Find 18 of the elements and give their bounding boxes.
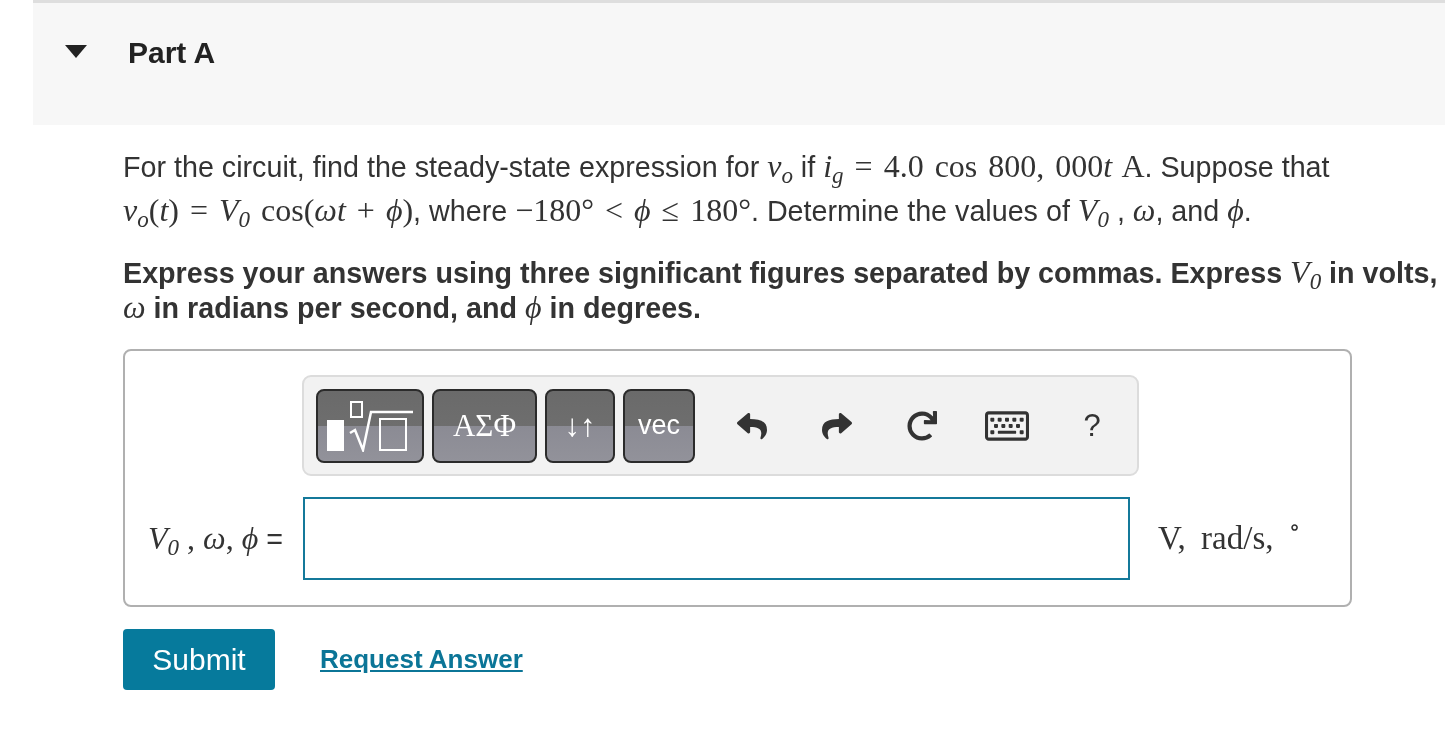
part-title: Part A — [128, 36, 216, 70]
request-answer-link[interactable]: Request Answer — [320, 644, 523, 675]
problem-text: For the circuit, find the steady-state expression for v$_{o}$ if i$_{g}$ = 4.0 cos 800, 000t A. Suppose that v$_{o}$(t) = V$_{0}$ cos(ωt + ϕ), where −180° < ϕ ≤ 180°. Determine the values of V$_{0}$ , ω, and ϕ. — [123, 147, 1331, 233]
greek-symbols-button[interactable]: ΑΣΦ — [432, 388, 537, 463]
units-label: V, rad/s, $^{∘}$ — [1158, 520, 1302, 557]
submit-button[interactable]: Submit — [123, 629, 275, 690]
caret-icon[interactable] — [65, 45, 87, 58]
arrows-button[interactable]: ↓↑ — [545, 388, 615, 463]
answer-label: V$_{0}$ , ω, ϕ = — [148, 520, 284, 557]
circular-arrow-icon — [907, 410, 937, 441]
undo-icon — [737, 410, 767, 441]
vector-button[interactable]: vec — [623, 388, 695, 463]
templates-button[interactable] — [316, 388, 424, 463]
redo-icon — [822, 410, 852, 441]
square-root-template-icon — [326, 399, 414, 452]
answer-input[interactable] — [303, 497, 1130, 580]
help-button[interactable]: ? — [1062, 395, 1122, 456]
instructions-text: Express your answers using three significant figures separated by commas. Express V$_{0}$ in volts, ω in radians per second, and ϕ in degrees. — [123, 255, 1439, 325]
